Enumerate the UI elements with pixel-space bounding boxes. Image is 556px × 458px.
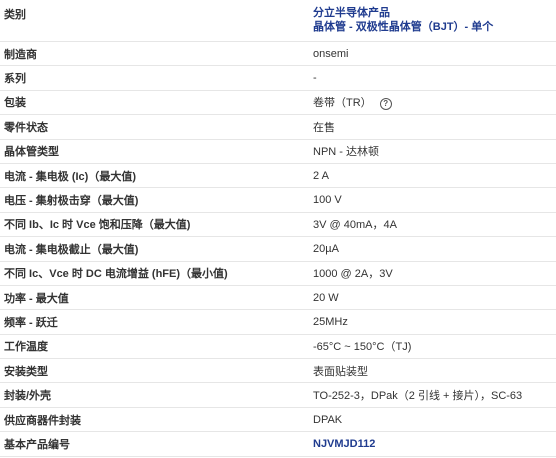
attribute-row-vce-saturation: 不同 Ib、Ic 时 Vce 饱和压降（最大值) 3V @ 40mA，4A	[0, 213, 556, 238]
attribute-label: 工作温度	[4, 341, 48, 354]
attribute-label: 安装类型	[4, 365, 48, 378]
attribute-row-series: 系列 -	[0, 66, 556, 91]
attribute-label: 零件状态	[4, 121, 48, 134]
category-link-bjt[interactable]: 晶体管 - 双极性晶体管（BJT）- 单个	[313, 20, 556, 34]
attribute-label: 晶体管类型	[4, 146, 59, 159]
attribute-row-transistor-type: 晶体管类型 NPN - 达林顿	[0, 140, 556, 164]
attribute-value: DPAK	[313, 413, 343, 426]
attribute-row-manufacturer: 制造商 onsemi	[0, 42, 556, 67]
attribute-label: 频率 - 跃迁	[4, 316, 58, 329]
attribute-label: 供应商器件封装	[4, 414, 81, 427]
attribute-value: onsemi	[313, 47, 349, 60]
attribute-value: 卷带（TR）?	[309, 94, 556, 110]
attribute-label: 不同 Ib、Ic 时 Vce 饱和压降（最大值)	[4, 219, 191, 232]
attribute-row-mounting-type: 安装类型 表面贴装型	[0, 359, 556, 384]
attribute-value: -	[313, 72, 317, 85]
attribute-label: 电压 - 集射极击穿（最大值)	[4, 195, 139, 208]
attribute-row-collector-cutoff: 电流 - 集电极截止（最大值) 20µA	[0, 237, 556, 262]
attribute-row-power: 功率 - 最大值 20 W	[0, 286, 556, 311]
category-label: 类别	[4, 9, 26, 21]
attribute-value: 20µA	[313, 242, 339, 255]
attribute-row-base-part-number: 基本产品编号 NJVMJD112	[0, 432, 556, 457]
attribute-row-operating-temp: 工作温度 -65°C ~ 150°C（TJ)	[0, 335, 556, 360]
attribute-label: 封装/外壳	[4, 390, 52, 403]
attribute-label: 基本产品编号	[4, 438, 70, 451]
attribute-label: 制造商	[4, 48, 37, 61]
attribute-label: 电流 - 集电极 (Ic)（最大值)	[4, 170, 136, 183]
attribute-row-part-status: 零件状态 在售	[0, 115, 556, 140]
attribute-row-collector-current: 电流 - 集电极 (Ic)（最大值) 2 A	[0, 164, 556, 189]
attribute-row-transition-frequency: 频率 - 跃迁 25MHz	[0, 310, 556, 335]
attribute-row-dc-gain: 不同 Ic、Vce 时 DC 电流增益 (hFE)（最小值) 1000 @ 2A…	[0, 262, 556, 286]
category-row: 类别 分立半导体产品 晶体管 - 双极性晶体管（BJT）- 单个	[0, 0, 556, 42]
attribute-row-supplier-package: 供应商器件封装 DPAK	[0, 408, 556, 433]
attribute-value: NPN - 达林顿	[313, 146, 379, 159]
attribute-label: 系列	[4, 73, 26, 86]
attribute-value: NJVMJD112	[309, 438, 556, 450]
attribute-value: 3V @ 40mA，4A	[313, 219, 397, 232]
attribute-label: 功率 - 最大值	[4, 292, 69, 305]
packaging-value: 卷带（TR）	[313, 97, 372, 110]
attribute-row-packaging: 包装 卷带（TR）?	[0, 91, 556, 116]
attribute-label: 电流 - 集电极截止（最大值)	[4, 243, 139, 256]
product-attributes-table: 类别 分立半导体产品 晶体管 - 双极性晶体管（BJT）- 单个 制造商 ons…	[0, 0, 556, 457]
attribute-value: 20 W	[313, 291, 339, 304]
attribute-value: 在售	[313, 121, 335, 134]
category-value: 分立半导体产品 晶体管 - 双极性晶体管（BJT）- 单个	[309, 6, 556, 34]
attribute-label: 包装	[4, 97, 26, 110]
attribute-row-package-case: 封装/外壳 TO-252-3，DPak（2 引线 + 接片），SC-63	[0, 383, 556, 408]
attribute-row-breakdown-voltage: 电压 - 集射极击穿（最大值) 100 V	[0, 188, 556, 213]
attribute-value: 表面贴装型	[313, 365, 368, 378]
attribute-value: 2 A	[313, 169, 329, 182]
attribute-value: 100 V	[313, 194, 342, 207]
question-circle-icon[interactable]: ?	[379, 97, 392, 110]
attribute-value: 25MHz	[313, 315, 348, 328]
attribute-label: 不同 Ic、Vce 时 DC 电流增益 (hFE)（最小值)	[4, 268, 228, 281]
category-link-discrete[interactable]: 分立半导体产品	[313, 6, 556, 20]
attribute-value: TO-252-3，DPak（2 引线 + 接片），SC-63	[313, 390, 523, 403]
attribute-value: -65°C ~ 150°C（TJ)	[313, 341, 412, 354]
attribute-value: 1000 @ 2A，3V	[313, 268, 393, 281]
base-part-number-link[interactable]: NJVMJD112	[313, 438, 375, 450]
